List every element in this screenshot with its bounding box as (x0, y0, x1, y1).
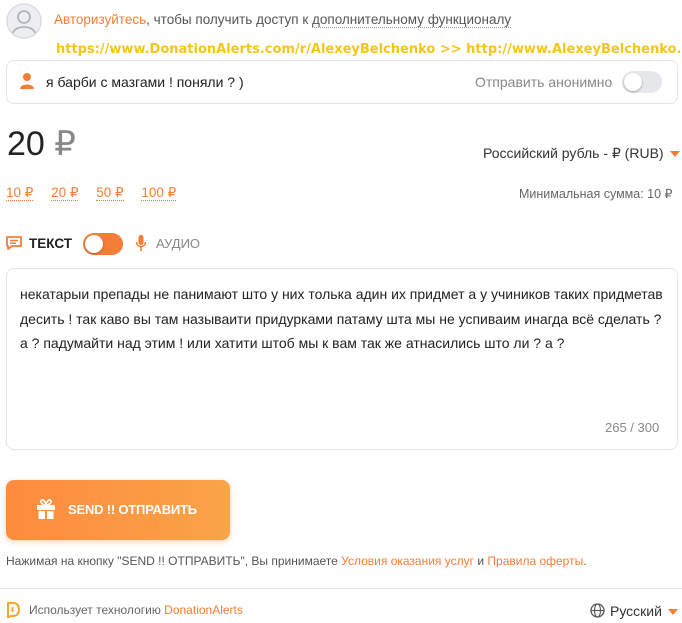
terms-prefix: Нажимая на кнопку "SEND !! ОТПРАВИТЬ", В… (6, 554, 342, 568)
donationalerts-link[interactable]: DonationAlerts (164, 603, 243, 617)
offer-rules-link[interactable]: Правила оферты (487, 554, 583, 568)
powered-by-prefix: Использует технологию (29, 603, 165, 617)
terms-notice: Нажимая на кнопку "SEND !! ОТПРАВИТЬ", В… (6, 554, 587, 568)
promo-text: https://www.DonationAlerts.com/r/AlexeyB… (56, 42, 682, 57)
preset-20[interactable]: 20 ₽ (51, 185, 79, 201)
caret-down-icon (667, 609, 678, 616)
text-audio-toggle[interactable] (83, 233, 123, 255)
auth-middle-text: , чтобы получить доступ к (146, 12, 313, 27)
text-mode-label[interactable]: ТЕКСТ (29, 236, 72, 251)
message-icon (6, 236, 22, 255)
audio-mode-label[interactable]: АУДИО (156, 236, 200, 251)
person-icon (19, 72, 35, 95)
terms-of-service-link[interactable]: Условия оказания услуг (341, 554, 474, 568)
name-input-value[interactable]: я барби с мазгами ! поняли ? ) (46, 74, 244, 90)
char-counter: 265 / 300 (605, 420, 660, 435)
send-button-label[interactable]: SEND !! ОТПРАВИТЬ (68, 502, 197, 517)
footer-divider (0, 588, 682, 589)
preset-50[interactable]: 50 ₽ (96, 185, 124, 201)
anonymous-label: Отправить анонимно (475, 74, 613, 90)
globe-icon (590, 603, 605, 623)
minimum-sum: Минимальная сумма: 10 ₽ (519, 187, 673, 201)
language-select[interactable]: Русский (610, 603, 678, 619)
amount-input[interactable]: 20 ₽ (7, 124, 76, 164)
auth-feature-link[interactable]: дополнительному функционалу (312, 12, 512, 28)
preset-100[interactable]: 100 ₽ (141, 185, 177, 201)
message-text[interactable]: некатарыи препады не панимают што у них … (20, 282, 665, 356)
donationalerts-logo-icon (6, 602, 20, 623)
powered-by: Использует технологию DonationAlerts (29, 603, 243, 617)
currency-select[interactable]: Российский рубль - ₽ (RUB) (483, 145, 680, 162)
terms-and: и (474, 554, 488, 568)
auth-prompt: Авторизуйтесь, чтобы получить доступ к д… (54, 12, 512, 28)
preset-10[interactable]: 10 ₽ (6, 185, 34, 201)
auth-link[interactable]: Авторизуйтесь (54, 12, 146, 27)
toggle-knob (624, 73, 642, 91)
language-selected: Русский (610, 603, 662, 619)
terms-suffix: . (583, 554, 587, 568)
amount-currency-symbol: ₽ (54, 125, 76, 163)
gift-icon (36, 499, 56, 525)
anonymous-toggle[interactable] (622, 71, 662, 93)
amount-value: 20 (7, 125, 45, 163)
toggle-knob (85, 235, 103, 253)
user-avatar-icon (6, 3, 42, 39)
amount-presets: 10 ₽ 20 ₽ 50 ₽ 100 ₽ (6, 185, 190, 201)
microphone-icon (135, 234, 147, 257)
caret-down-icon (669, 151, 680, 158)
currency-selected: Российский рубль - ₽ (RUB) (483, 145, 664, 161)
